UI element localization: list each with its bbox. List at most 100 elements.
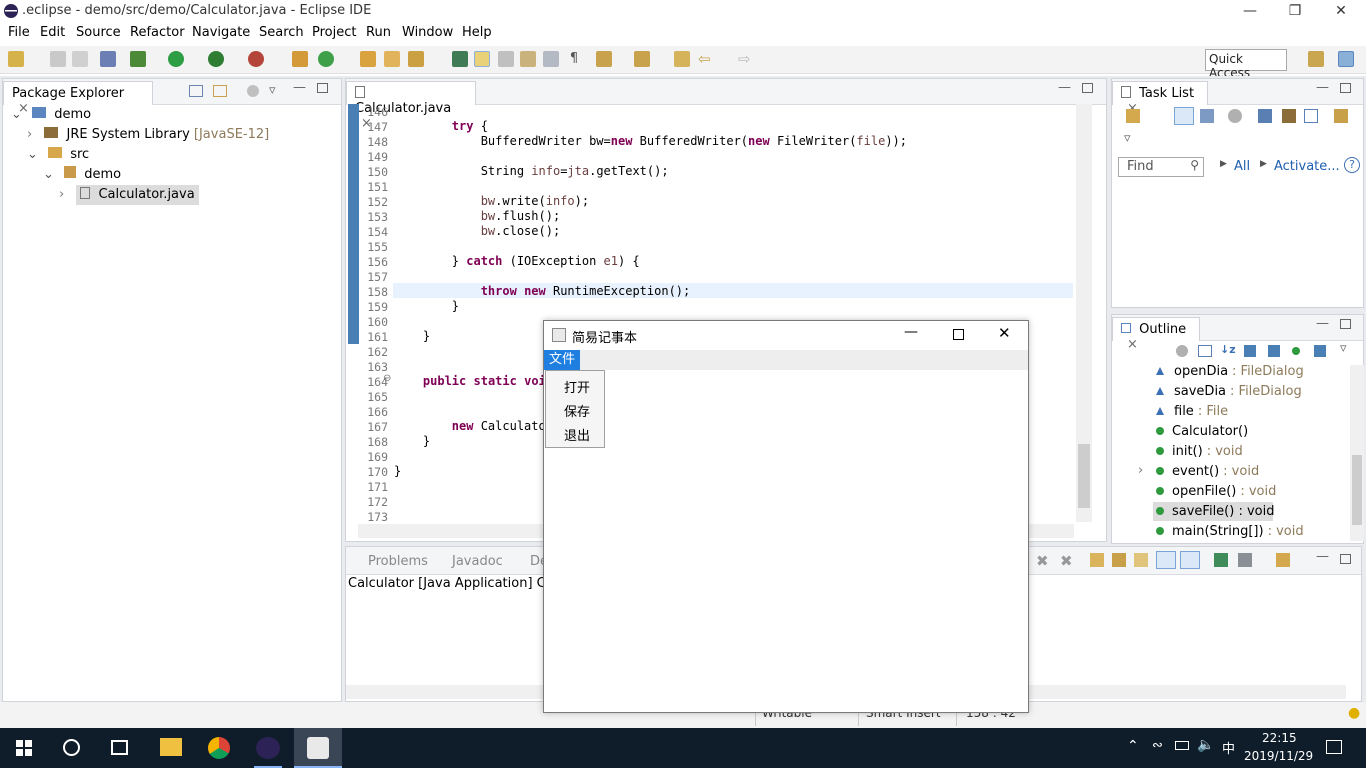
minimize-icon[interactable]: —	[1316, 80, 1329, 95]
battery-icon[interactable]	[1175, 741, 1189, 750]
scrollbar-thumb[interactable]	[1078, 444, 1090, 508]
new-icon[interactable]	[8, 51, 24, 67]
maximize-button[interactable]	[953, 329, 964, 340]
maximize-icon[interactable]	[1340, 554, 1351, 564]
menu-window[interactable]: Window	[402, 25, 453, 40]
outline-item[interactable]: openDia: FileDialog	[1156, 362, 1304, 382]
fold-icon[interactable]: ⊖	[383, 373, 391, 384]
synchronize-icon[interactable]	[1282, 109, 1296, 123]
restore-button[interactable]: ❐	[1272, 0, 1318, 22]
open-type-icon[interactable]	[360, 51, 376, 67]
maximize-icon[interactable]	[1340, 319, 1351, 329]
quick-access-field[interactable]: Quick Access	[1205, 49, 1287, 80]
open-console-icon[interactable]	[1214, 553, 1228, 567]
wifi-icon[interactable]: ∾	[1152, 738, 1163, 753]
windows-start-icon[interactable]	[16, 740, 32, 756]
ime-indicator[interactable]: 中	[1222, 738, 1235, 757]
help-icon[interactable]: ?	[1344, 157, 1360, 173]
minimize-icon[interactable]: —	[1058, 80, 1071, 95]
all-link[interactable]: All	[1234, 159, 1250, 174]
tab-javadoc[interactable]: Javadoc	[452, 554, 503, 569]
task-view-icon[interactable]	[111, 740, 128, 755]
tree-package-demo[interactable]: ⌄ demo	[43, 165, 121, 185]
close-icon[interactable]: ×	[1127, 337, 1138, 352]
display-console-icon[interactable]	[1238, 553, 1252, 567]
toggle-highlight-icon[interactable]	[474, 51, 490, 67]
show-whitespace-icon[interactable]	[543, 51, 559, 67]
block-selection-icon[interactable]	[498, 51, 514, 67]
sort-icon[interactable]: ↓z	[1220, 343, 1236, 356]
outline-item[interactable]: saveFile() : void	[1156, 502, 1274, 522]
hide-completed-icon[interactable]	[1258, 109, 1272, 123]
tip-icon[interactable]: ●	[1348, 705, 1360, 721]
tree-src[interactable]: ⌄ src	[27, 145, 89, 165]
view-menu-icon[interactable]: ▿	[1340, 341, 1347, 356]
outline-item[interactable]: Calculator()	[1156, 422, 1248, 442]
scroll-lock-icon[interactable]	[1090, 553, 1104, 567]
new-java-class-icon[interactable]	[318, 51, 334, 67]
outline-item[interactable]: main(String[]): void	[1156, 522, 1304, 542]
tab-calculator-java[interactable]: Calculator.java ×	[346, 81, 476, 131]
menu-search[interactable]: Search	[259, 25, 304, 40]
maximize-icon[interactable]	[317, 83, 328, 93]
collapse-all-icon[interactable]	[1198, 345, 1212, 357]
skip-breakpoints-icon[interactable]	[100, 51, 116, 67]
outline-item[interactable]: openFile(): void	[1156, 482, 1276, 502]
next-annotation-icon[interactable]	[596, 51, 612, 67]
minimize-button[interactable]: —	[1227, 0, 1273, 22]
search-icon[interactable]	[408, 51, 424, 67]
run-icon[interactable]	[168, 51, 184, 67]
text-area[interactable]	[544, 370, 1028, 712]
tree-file-calculator[interactable]: › Calculator.java	[59, 185, 199, 205]
debug-icon[interactable]	[130, 51, 146, 67]
eclipse-taskbar-icon[interactable]	[256, 737, 280, 759]
maximize-icon[interactable]	[1082, 83, 1093, 93]
hide-local-types-icon[interactable]	[1314, 345, 1326, 357]
show-on-stdout-icon[interactable]	[1156, 551, 1176, 569]
menu-edit[interactable]: Edit	[40, 25, 65, 40]
coverage-icon[interactable]	[208, 51, 224, 67]
notification-icon[interactable]	[1326, 740, 1342, 754]
last-edit-location-icon[interactable]	[674, 51, 690, 67]
java-perspective-icon[interactable]	[1338, 51, 1354, 67]
tab-task-list[interactable]: Task List ×	[1112, 81, 1208, 116]
tab-outline[interactable]: Outline ×	[1112, 317, 1200, 352]
focus-icon[interactable]	[1176, 345, 1188, 357]
back-icon[interactable]: ⇦	[698, 51, 714, 67]
word-wrap-icon[interactable]	[520, 51, 536, 67]
java-app-taskbar-item[interactable]	[294, 728, 342, 768]
open-task-icon[interactable]	[384, 51, 400, 67]
close-button[interactable]: ✕	[998, 324, 1011, 342]
remove-launch-icon[interactable]: ✖	[1036, 552, 1049, 570]
tab-package-explorer[interactable]: Package Explorer ×	[3, 81, 153, 116]
external-tools-icon[interactable]	[248, 51, 264, 67]
tree-project-demo[interactable]: ⌄ demo	[11, 105, 91, 125]
outline-item[interactable]: saveDia: FileDialog	[1156, 382, 1302, 402]
menu-navigate[interactable]: Navigate	[192, 25, 250, 40]
toggle-mark-occurrences-icon[interactable]	[452, 51, 468, 67]
focus-on-workweek-icon[interactable]	[1228, 109, 1242, 123]
menu-help[interactable]: Help	[462, 25, 492, 40]
volume-icon[interactable]: 🔈	[1197, 737, 1214, 753]
new-java-package-icon[interactable]	[292, 51, 308, 67]
clock-date[interactable]: 2019/11/29	[1244, 749, 1313, 763]
file-explorer-icon[interactable]	[160, 738, 182, 756]
remove-all-icon[interactable]: ✖	[1060, 552, 1073, 570]
scheduled-icon[interactable]	[1200, 109, 1214, 123]
clock-time[interactable]: 22:15	[1262, 731, 1297, 745]
minimize-button[interactable]: —	[904, 324, 918, 340]
save-icon[interactable]	[50, 51, 66, 67]
collapse-all-icon[interactable]	[189, 85, 203, 97]
view-menu-icon[interactable]: ▿	[269, 83, 276, 98]
minimize-icon[interactable]: —	[1316, 549, 1329, 564]
menu-refactor[interactable]: Refactor	[130, 25, 185, 40]
chevron-right-icon[interactable]: ›	[1138, 463, 1143, 478]
outline-item[interactable]: init(): void	[1156, 442, 1243, 462]
chevron-down-icon[interactable]: ▿	[1124, 131, 1131, 146]
outline-item[interactable]: file: File	[1156, 402, 1228, 422]
forward-icon[interactable]: ⇨	[738, 51, 754, 67]
scrollbar-thumb[interactable]	[1352, 455, 1362, 525]
tree-jre-library[interactable]: › JRE System Library [JavaSE-12]	[27, 125, 269, 145]
menu-source[interactable]: Source	[76, 25, 121, 40]
hide-non-public-icon[interactable]	[1292, 347, 1300, 355]
